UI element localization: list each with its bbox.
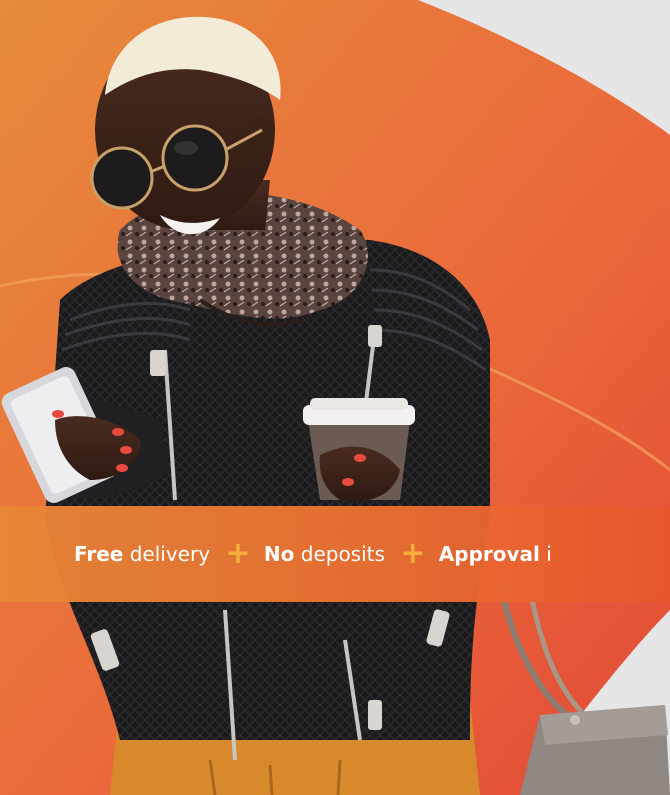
benefits-text: Free delivery + No deposits + Approval i — [74, 536, 552, 572]
benefit-approval-bold: Approval — [438, 542, 540, 566]
plus-separator-icon: + — [225, 536, 251, 571]
benefit-free-text: delivery — [129, 542, 211, 566]
plus-separator-icon: + — [400, 536, 426, 571]
benefits-banner: Free delivery + No deposits + Approval i — [0, 506, 670, 602]
benefit-no-deposits-bold: No — [263, 542, 295, 566]
hero-background — [0, 0, 670, 795]
benefit-free-bold: Free — [74, 542, 124, 566]
benefit-approval-text: i — [546, 542, 552, 566]
benefit-no-deposits-text: deposits — [300, 542, 385, 566]
hero-banner: Free delivery + No deposits + Approval i — [0, 0, 670, 795]
